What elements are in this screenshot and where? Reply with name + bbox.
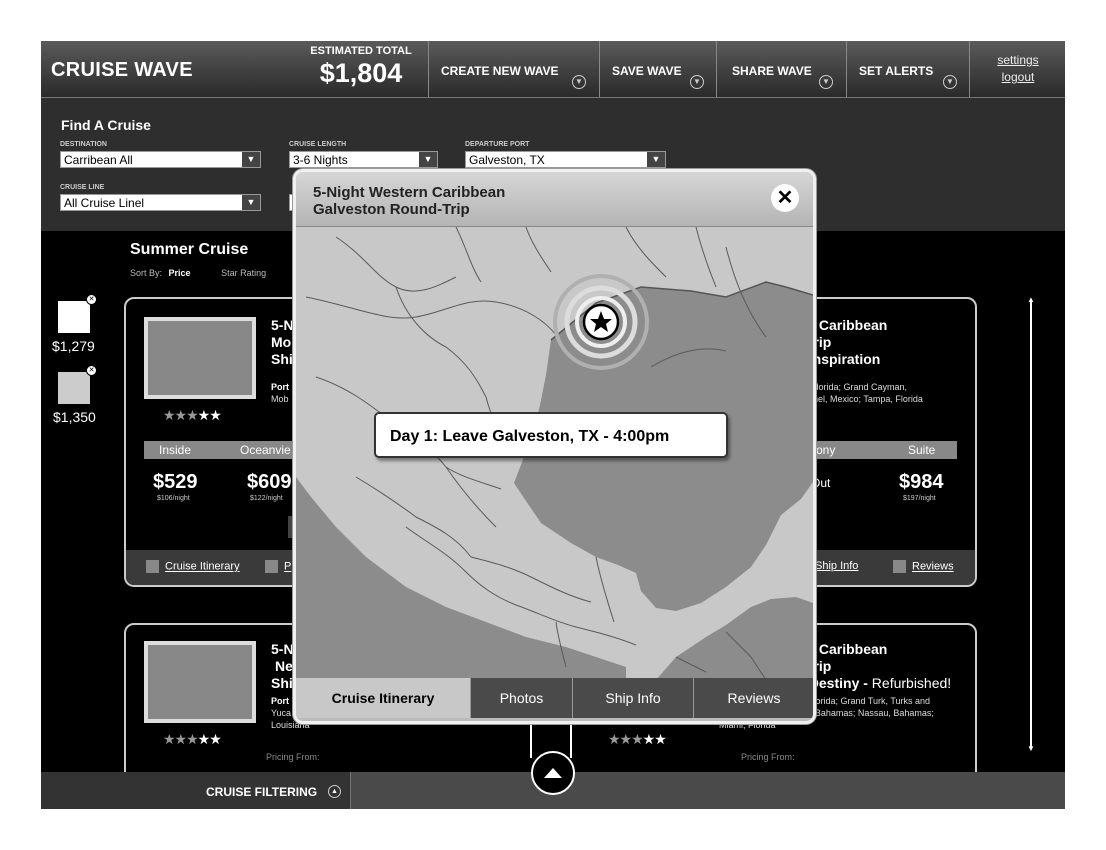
- remove-icon[interactable]: ✕: [86, 294, 97, 305]
- saved-cruise-price: $1,279: [52, 338, 95, 354]
- pricing-from-label: Pricing From:: [741, 752, 795, 762]
- estimated-total-label: ESTIMATED TOTAL: [310, 45, 412, 57]
- destination-value: Carribean All: [64, 153, 133, 167]
- itinerary-callout: Day 1: Leave Galveston, TX - 4:00pm: [374, 412, 728, 458]
- cruise-length-value: 3-6 Nights: [293, 153, 348, 167]
- cruise-image: [144, 641, 256, 723]
- itinerary-modal: 5-Night Western Caribbean Galveston Roun…: [293, 169, 816, 724]
- account-links: settings logout: [969, 41, 1065, 97]
- cruise-line-value: All Cruise Linel: [64, 196, 145, 210]
- sort-option-star-rating[interactable]: Star Rating: [221, 268, 266, 278]
- cruise-line-select[interactable]: All Cruise Linel ▼: [60, 194, 261, 211]
- price-suite[interactable]: $984: [899, 471, 944, 494]
- tab-cruise-itinerary[interactable]: Cruise Itinerary: [296, 678, 470, 718]
- saved-cruise-thumb[interactable]: [58, 301, 90, 333]
- cruise-itinerary-link[interactable]: Cruise Itinerary: [146, 560, 240, 573]
- app-window: CRUISE WAVE ESTIMATED TOTAL $1,804 CREAT…: [41, 41, 1065, 809]
- sort-option-price[interactable]: Price: [169, 268, 191, 278]
- save-wave-button[interactable]: SAVE WAVE ▼: [599, 41, 717, 97]
- results-scrollbar[interactable]: [1030, 301, 1032, 749]
- modal-header: 5-Night Western Caribbean Galveston Roun…: [296, 172, 813, 227]
- port-marker-icon: [553, 274, 649, 370]
- logout-link[interactable]: logout: [970, 70, 1065, 84]
- refurbished-badge: Refurbished!: [871, 675, 952, 691]
- create-new-wave-label: CREATE NEW WAVE: [441, 64, 559, 78]
- dropdown-arrow-icon: ▼: [242, 152, 260, 167]
- tab-photos[interactable]: Photos: [470, 678, 572, 718]
- ports-left: Port Mob: [271, 382, 289, 404]
- share-wave-label: SHARE WAVE: [732, 64, 812, 78]
- per-night-oceanview: $122/night: [250, 495, 283, 502]
- photos-link[interactable]: P: [265, 560, 291, 573]
- cruise-filtering-button[interactable]: CRUISE FILTERING ▲: [41, 772, 351, 809]
- sort-label: Sort By:: [130, 268, 163, 278]
- saved-cruise-price: $1,350: [53, 409, 96, 425]
- cabin-type-inside: Inside: [159, 443, 192, 457]
- dropdown-arrow-icon: ▼: [419, 152, 437, 167]
- brand-logo: CRUISE WAVE: [51, 59, 193, 81]
- ports-right: i, Florida; Grand Turk, Turks and ay, Ba…: [801, 696, 934, 718]
- destination-label: DESTINATION: [60, 141, 107, 148]
- star-rating: ★★★★★: [608, 731, 667, 747]
- cruise-filtering-label: CRUISE FILTERING: [206, 785, 318, 799]
- departure-port-label: DEPARTURE PORT: [465, 141, 530, 148]
- cruise-title-left: 5-N Ne Shi: [271, 641, 294, 691]
- divider: [570, 718, 572, 758]
- scroll-down-icon[interactable]: ▼: [1027, 744, 1035, 753]
- price-oceanview[interactable]: $609: [247, 471, 292, 494]
- estimated-total-value: $1,804: [319, 58, 403, 88]
- cruise-title-left: 5-N Mo Shi: [271, 317, 294, 367]
- share-wave-button[interactable]: SHARE WAVE ▼: [716, 41, 847, 97]
- departure-port-select[interactable]: Galveston, TX ▼: [465, 151, 666, 168]
- cruise-length-label: CRUISE LENGTH: [289, 141, 347, 148]
- pricing-from-label: Pricing From:: [266, 752, 320, 762]
- checkbox-icon: [265, 560, 278, 573]
- remove-icon[interactable]: ✕: [86, 365, 97, 376]
- chevron-down-icon: ▼: [572, 75, 586, 89]
- dropdown-arrow-icon: ▼: [647, 152, 665, 167]
- cruise-title-right: rn Caribbean -Trip l Destiny - Refurbish…: [801, 641, 952, 691]
- modal-tabs: Cruise Itinerary Photos Ship Info Review…: [296, 678, 813, 718]
- divider: [530, 718, 532, 758]
- cabin-type-oceanview: Oceanvie: [240, 443, 291, 457]
- save-wave-label: SAVE WAVE: [612, 64, 682, 78]
- results-title: Summer Cruise: [130, 241, 249, 258]
- cruise-line-label: CRUISE LINE: [60, 184, 105, 191]
- destination-select[interactable]: Carribean All ▼: [60, 151, 261, 168]
- chevron-down-icon: ▼: [690, 75, 704, 89]
- top-header: CRUISE WAVE ESTIMATED TOTAL $1,804 CREAT…: [41, 41, 1065, 98]
- cruise-length-select[interactable]: 3-6 Nights ▼: [289, 151, 438, 168]
- close-icon[interactable]: ✕: [771, 184, 799, 212]
- tab-ship-info[interactable]: Ship Info: [572, 678, 693, 718]
- chevron-down-icon: ▼: [819, 75, 833, 89]
- price-inside[interactable]: $529: [153, 471, 198, 494]
- star-rating: ★★★★★: [163, 407, 222, 423]
- per-night-suite: $197/night: [903, 495, 936, 502]
- set-alerts-label: SET ALERTS: [859, 64, 934, 78]
- set-alerts-button[interactable]: SET ALERTS ▼: [846, 41, 969, 97]
- checkbox-icon: [146, 560, 159, 573]
- reviews-link[interactable]: Reviews: [893, 560, 954, 573]
- ship-info-link[interactable]: Ship Info: [815, 560, 858, 572]
- tab-reviews[interactable]: Reviews: [693, 678, 813, 718]
- chevron-up-icon: ▲: [328, 785, 341, 798]
- star-rating: ★★★★★: [163, 731, 222, 747]
- ports-right: a, Florida; Grand Cayman, zumel, Mexico;…: [801, 382, 923, 404]
- sort-bar: Sort By: Price Star Rating: [130, 268, 266, 278]
- modal-title: 5-Night Western Caribbean Galveston Roun…: [313, 184, 506, 218]
- chevron-up-icon: [544, 768, 562, 778]
- cabin-type-suite: Suite: [908, 443, 936, 457]
- settings-link[interactable]: settings: [970, 53, 1065, 67]
- per-night-inside: $106/night: [157, 495, 190, 502]
- expand-up-button[interactable]: [531, 751, 575, 795]
- saved-cruise-thumb[interactable]: [58, 372, 90, 404]
- find-cruise-title: Find A Cruise: [61, 117, 151, 133]
- create-new-wave-button[interactable]: CREATE NEW WAVE ▼: [428, 41, 600, 97]
- dropdown-arrow-icon: ▼: [242, 195, 260, 210]
- checkbox-icon: [893, 560, 906, 573]
- chevron-down-icon: ▼: [943, 75, 957, 89]
- cruise-image: [144, 317, 256, 399]
- departure-port-value: Galveston, TX: [469, 153, 545, 167]
